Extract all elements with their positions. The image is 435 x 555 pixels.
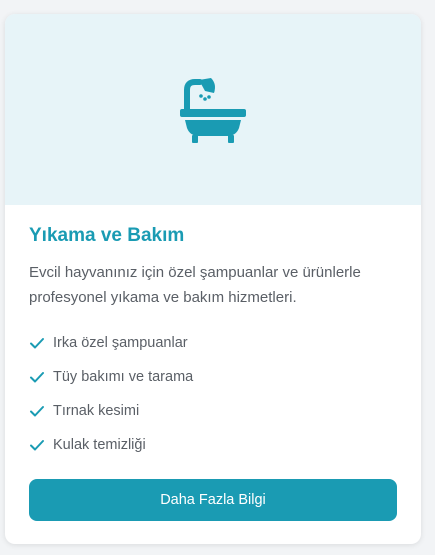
feature-item: Irka özel şampuanlar — [29, 326, 397, 360]
check-icon — [30, 338, 44, 349]
feature-label: Irka özel şampuanlar — [53, 335, 188, 351]
feature-item: Tüy bakımı ve tarama — [29, 360, 397, 394]
card-description: Evcil hayvanınız için özel şampuanlar ve… — [29, 264, 361, 306]
feature-label: Tırnak kesimi — [53, 403, 140, 419]
service-card: Yıkama ve Bakım Evcil hayvanınız için öz… — [5, 14, 421, 544]
check-icon — [30, 372, 44, 383]
check-icon — [30, 440, 44, 451]
check-icon — [30, 406, 44, 417]
feature-label: Kulak temizliği — [53, 437, 146, 453]
more-info-button[interactable]: Daha Fazla Bilgi — [29, 479, 397, 521]
feature-label: Tüy bakımı ve tarama — [53, 369, 194, 385]
card-content: Yıkama ve Bakım Evcil hayvanınız için öz… — [5, 205, 421, 462]
feature-item: Tırnak kesimi — [29, 394, 397, 428]
bathtub-icon — [180, 78, 246, 143]
feature-item: Kulak temizliği — [29, 428, 397, 462]
feature-list: Irka özel şampuanlar Tüy bakımı ve taram… — [29, 326, 397, 462]
card-hero — [5, 14, 421, 205]
card-title: Yıkama ve Bakım — [29, 225, 185, 246]
